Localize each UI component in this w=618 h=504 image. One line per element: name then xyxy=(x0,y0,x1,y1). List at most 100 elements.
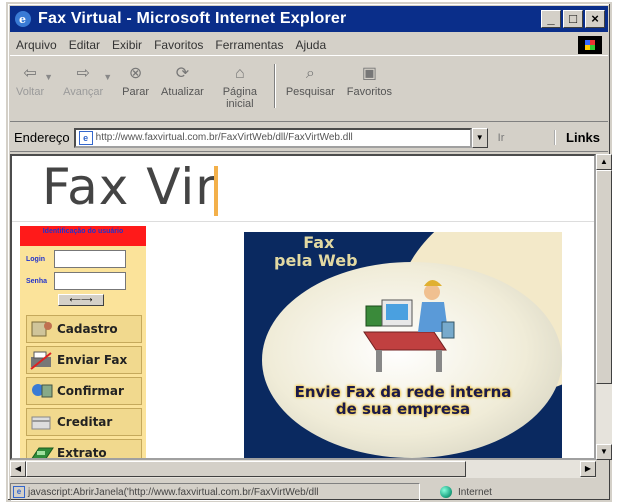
left-panel: Identificação do usuário Login Senha ⟵⟶ … xyxy=(20,226,146,460)
page-icon: e xyxy=(78,130,93,145)
vertical-scroll-thumb[interactable] xyxy=(596,170,612,384)
status-main: e javascript:AbrirJanela('http://www.fax… xyxy=(10,483,420,501)
stop-icon: ⊗ xyxy=(128,65,143,82)
hero-caption-line2: de sua empresa xyxy=(335,400,471,418)
address-bar: Endereço e http://www.faxvirtual.com.br/… xyxy=(10,124,608,152)
refresh-icon: ⟳ xyxy=(175,65,190,82)
status-text: javascript:AbrirJanela('http://www.faxvi… xyxy=(28,486,319,498)
browser-window: e Fax Virtual - Microsoft Internet Explo… xyxy=(6,2,612,502)
scroll-right-icon[interactable]: ▶ xyxy=(580,461,596,477)
login-heading: Identificação do usuário xyxy=(20,226,146,246)
banner-text: Fax Vir xyxy=(42,158,217,216)
menu-confirmar-label: Confirmar xyxy=(57,384,124,398)
extract-icon xyxy=(31,447,54,458)
status-bar: e javascript:AbrirJanela('http://www.fax… xyxy=(10,482,612,502)
stop-label: Parar xyxy=(122,86,150,98)
forward-dropdown-icon[interactable]: ▼ xyxy=(103,72,112,82)
menu-arquivo[interactable]: Arquivo xyxy=(10,38,63,52)
hero-heading: Fax pela Web xyxy=(274,234,358,270)
toolbar-separator xyxy=(273,64,276,108)
hero-image: Fax pela Web Envie Fax da rede interna d… xyxy=(244,232,562,458)
address-url: http://www.faxvirtual.com.br/FaxVirtWeb/… xyxy=(95,132,353,143)
confirm-icon xyxy=(32,384,53,398)
forward-label: Avançar xyxy=(63,86,104,98)
menu-extrato-label: Extrato xyxy=(57,446,107,460)
vertical-scrollbar[interactable]: ▲ ▼ xyxy=(596,154,612,460)
minimize-button[interactable]: _ xyxy=(541,10,561,28)
svg-text:e: e xyxy=(19,13,26,26)
back-arrow-icon: ⇦ xyxy=(23,65,37,82)
hero-line2: pela Web xyxy=(274,251,358,270)
forward-button[interactable]: ⇨ Avançar xyxy=(57,64,109,99)
go-button[interactable]: Ir xyxy=(498,132,505,144)
favorites-icon: ▣ xyxy=(361,65,377,82)
menu-cadastro-button[interactable]: Cadastro xyxy=(26,315,142,343)
maximize-button[interactable]: □ xyxy=(563,10,583,28)
login-submit-button[interactable]: ⟵⟶ xyxy=(58,294,104,306)
internet-zone-icon xyxy=(440,486,452,498)
stop-button[interactable]: ⊗ Parar xyxy=(116,64,155,99)
login-password-label: Senha xyxy=(26,277,48,285)
back-dropdown-icon[interactable]: ▼ xyxy=(44,72,53,82)
links-button[interactable]: Links xyxy=(554,130,600,145)
status-page-icon: e xyxy=(13,486,25,498)
horizontal-scrollbar[interactable]: ◀ ▶ xyxy=(10,460,596,478)
hero-caption-line1: Envie Fax da rede interna xyxy=(294,383,512,401)
menu-creditar-label: Creditar xyxy=(57,415,113,429)
favorites-label: Favoritos xyxy=(346,86,393,98)
login-user-input[interactable] xyxy=(54,250,126,268)
search-icon: ⌕ xyxy=(305,65,315,82)
menu-ajuda[interactable]: Ajuda xyxy=(289,38,332,52)
menu-enviar-fax-button[interactable]: Enviar Fax xyxy=(26,346,142,374)
toolbar: ⇦ Voltar ▼ ⇨ Avançar ▼ ⊗ Parar ⟳ Atualiz… xyxy=(10,58,608,122)
send-fax-icon xyxy=(30,351,52,370)
menu-extrato-button[interactable]: Extrato xyxy=(26,439,142,460)
office-illustration-icon xyxy=(363,280,455,372)
address-dropdown-icon[interactable]: ▼ xyxy=(471,127,488,148)
forward-arrow-icon: ⇨ xyxy=(76,65,90,82)
home-button[interactable]: ⌂ Página inicial xyxy=(210,64,270,111)
menu-favoritos[interactable]: Favoritos xyxy=(148,38,209,52)
scroll-down-icon[interactable]: ▼ xyxy=(596,444,612,460)
banner-cursor xyxy=(214,166,218,216)
page-content: Fax Vir Identificação do usuário Login S… xyxy=(10,154,596,460)
menu-editar[interactable]: Editar xyxy=(63,38,106,52)
menu-enviar-fax-label: Enviar Fax xyxy=(57,353,128,367)
menu-exibir[interactable]: Exibir xyxy=(106,38,148,52)
cadastro-icon xyxy=(31,321,52,337)
banner: Fax Vir xyxy=(12,156,594,222)
title-bar: e Fax Virtual - Microsoft Internet Explo… xyxy=(10,6,608,32)
login-password-input[interactable] xyxy=(54,272,126,290)
side-menu: Cadastro Enviar Fax Confirmar Creditar E… xyxy=(20,312,146,460)
menu-creditar-button[interactable]: Creditar xyxy=(26,408,142,436)
search-label: Pesquisar xyxy=(285,86,335,98)
credit-icon xyxy=(31,416,51,430)
horizontal-scroll-thumb[interactable] xyxy=(26,461,466,477)
menu-confirmar-button[interactable]: Confirmar xyxy=(26,377,142,405)
windows-logo-icon xyxy=(578,35,602,54)
status-zone: Internet xyxy=(440,486,492,498)
login-password-row: Senha xyxy=(26,272,146,290)
login-box: Identificação do usuário Login Senha ⟵⟶ xyxy=(20,226,146,306)
hero-line1: Fax xyxy=(303,233,335,252)
favorites-button[interactable]: ▣ Favoritos xyxy=(341,64,398,99)
ie-icon: e xyxy=(14,10,32,28)
address-label: Endereço xyxy=(14,130,70,145)
search-button[interactable]: ⌕ Pesquisar xyxy=(280,64,341,99)
status-zone-label: Internet xyxy=(458,486,492,498)
window-controls: _ □ × xyxy=(541,10,605,28)
window-title: Fax Virtual - Microsoft Internet Explore… xyxy=(38,10,347,27)
menu-cadastro-label: Cadastro xyxy=(57,322,118,336)
scroll-up-icon[interactable]: ▲ xyxy=(596,154,612,170)
refresh-button[interactable]: ⟳ Atualizar xyxy=(155,64,210,99)
address-input[interactable]: e http://www.faxvirtual.com.br/FaxVirtWe… xyxy=(73,127,472,148)
home-label: Página inicial xyxy=(222,86,257,110)
login-user-label: Login xyxy=(26,255,46,263)
close-button[interactable]: × xyxy=(585,10,605,28)
scroll-left-icon[interactable]: ◀ xyxy=(10,461,26,477)
login-user-row: Login xyxy=(26,250,146,268)
home-icon: ⌂ xyxy=(235,65,245,82)
menu-ferramentas[interactable]: Ferramentas xyxy=(209,38,289,52)
back-label: Voltar xyxy=(16,86,45,98)
refresh-label: Atualizar xyxy=(161,86,204,98)
